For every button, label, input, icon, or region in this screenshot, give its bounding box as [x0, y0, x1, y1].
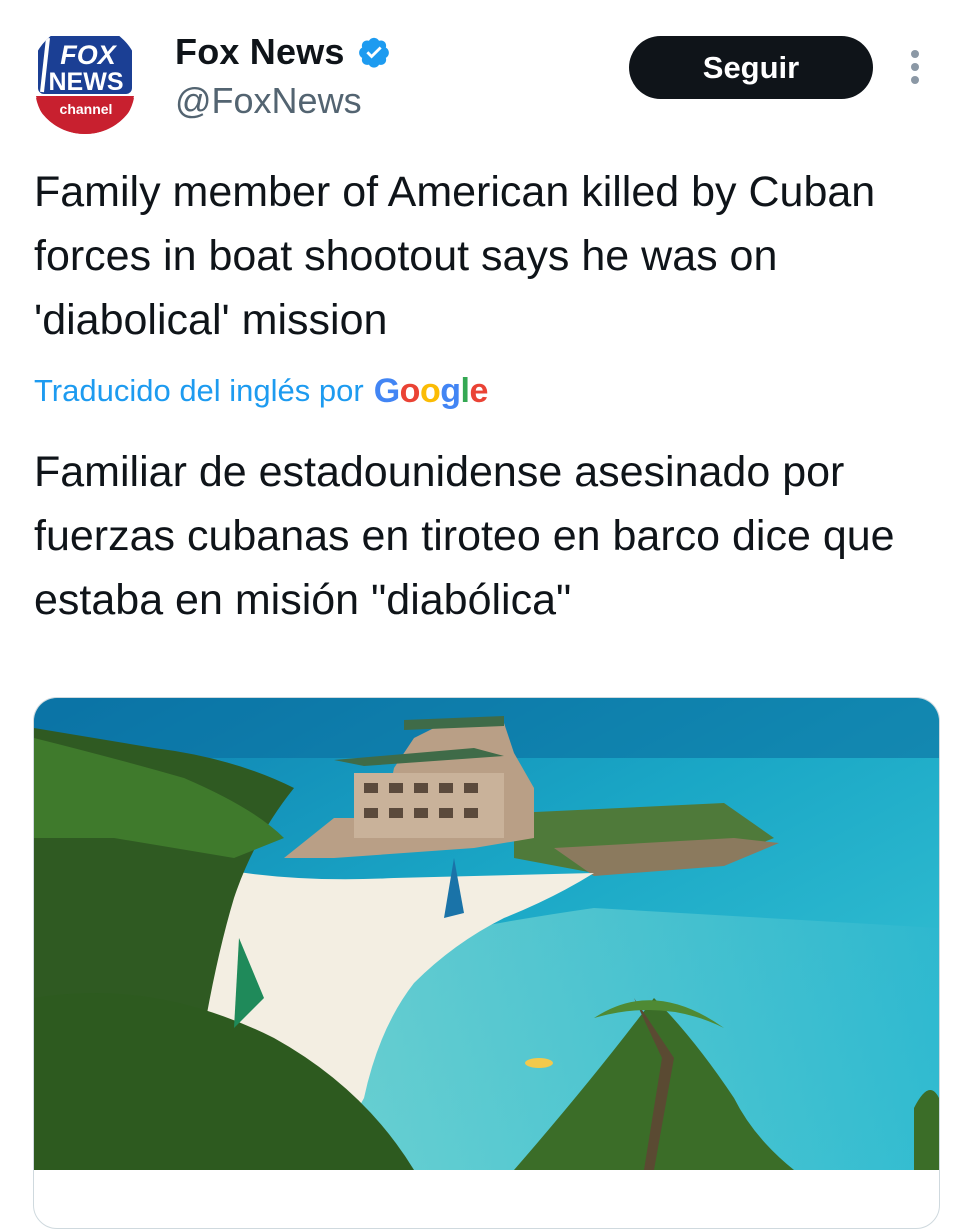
author-name-row: Fox News: [175, 30, 391, 74]
logo-line-channel: channel: [60, 101, 113, 117]
translated-text: Familiar de estadounidense asesinado por…: [34, 448, 895, 624]
logo-line-news: NEWS: [49, 68, 124, 96]
card-image[interactable]: [34, 698, 939, 1170]
avatar[interactable]: FOX NEWS channel: [30, 24, 140, 134]
author-display-name[interactable]: Fox News: [175, 31, 345, 73]
tweet-text: Family member of American killed by Cuba…: [34, 168, 876, 344]
verified-badge-icon: [357, 35, 391, 69]
logo-line-fox: FOX: [60, 40, 117, 70]
author-handle[interactable]: @FoxNews: [175, 80, 362, 122]
more-vertical-icon[interactable]: [900, 45, 930, 89]
translation-note-label: Traducido del inglés por: [34, 373, 364, 408]
link-card[interactable]: [33, 697, 940, 1229]
fox-news-logo: FOX NEWS channel: [31, 25, 139, 134]
tweet-header: FOX NEWS channel Fox News @FoxNews Segui…: [0, 0, 969, 150]
translation-note[interactable]: Traducido del inglés por Google: [34, 366, 488, 416]
google-logo: Google: [373, 371, 489, 410]
follow-button[interactable]: Seguir: [629, 36, 873, 99]
